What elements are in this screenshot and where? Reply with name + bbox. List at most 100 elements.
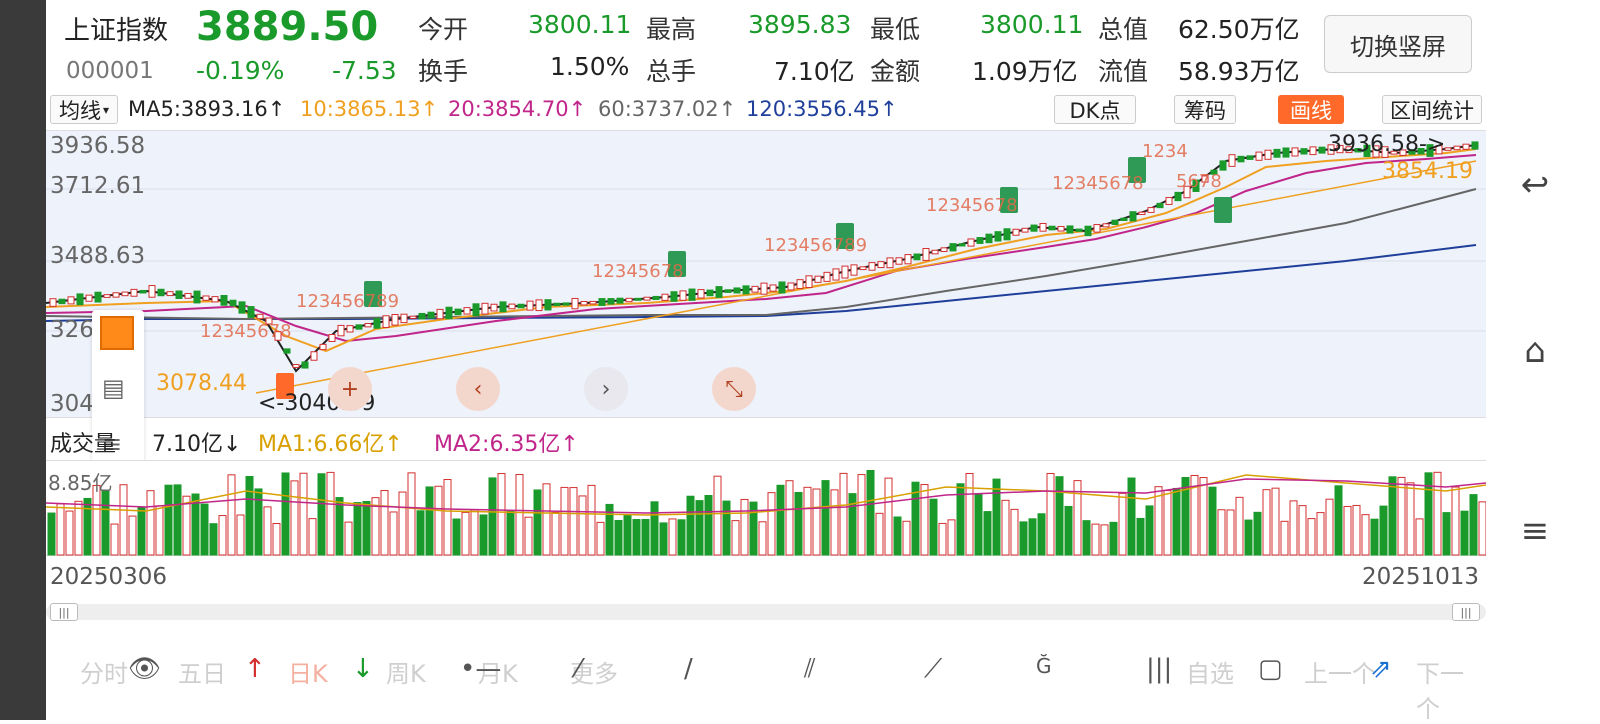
candle: [1021, 227, 1029, 233]
candle: [913, 253, 921, 261]
volume-bar: [947, 519, 956, 556]
volume-bar: [1163, 490, 1172, 556]
draw-line-button[interactable]: 画线: [1278, 95, 1344, 124]
chevron-left-icon[interactable]: ‹: [456, 367, 500, 411]
volume-bar: [1343, 505, 1352, 556]
volume-bar: [65, 510, 74, 556]
arrow-up-icon[interactable]: ↑: [244, 654, 266, 684]
candle: [940, 247, 948, 253]
line-style-icon[interactable]: ▤: [102, 374, 125, 402]
ma-selector[interactable]: 均线 ▾: [50, 95, 118, 124]
volume-bar: [74, 500, 83, 556]
candle: [220, 295, 228, 306]
tab-fenshi[interactable]: 分时: [80, 654, 128, 689]
chips-button[interactable]: 筹码: [1174, 95, 1236, 124]
collapse-icon[interactable]: ⤡: [712, 367, 756, 411]
time-range-scrollbar[interactable]: ||| |||: [46, 603, 1486, 621]
candle: [1228, 154, 1236, 167]
candle: [661, 293, 669, 301]
next-stock-button[interactable]: 下一个: [1416, 654, 1486, 724]
high-value: 3895.83: [748, 10, 852, 39]
candle: [292, 364, 300, 368]
parallel-line-icon[interactable]: ⫽: [804, 654, 816, 685]
volume-bar: [1397, 476, 1406, 556]
add-watchlist-button[interactable]: 自选: [1186, 654, 1234, 689]
tab-zhouk[interactable]: 周K: [386, 654, 426, 689]
volume-bar: [641, 518, 650, 556]
volume-bar: [1478, 501, 1486, 556]
period-lines-icon[interactable]: |||: [1146, 654, 1172, 684]
rectangle-icon[interactable]: ▢: [1258, 654, 1283, 684]
candle: [238, 301, 246, 314]
ray-line-icon[interactable]: ⁄: [576, 654, 580, 684]
turnover-label: 换手: [418, 57, 469, 86]
share-icon[interactable]: ⇗: [1370, 654, 1392, 684]
td-sequence-8: 5678: [1176, 171, 1222, 192]
volume-bar: [794, 491, 803, 556]
candle: [202, 295, 210, 301]
chevron-right-icon[interactable]: ›: [584, 367, 628, 411]
td-sequence-1: 12345678: [200, 321, 292, 342]
tab-wuri[interactable]: 五日: [178, 654, 226, 689]
add-icon[interactable]: +: [328, 367, 372, 411]
total-value-value: 62.50万亿: [1178, 15, 1300, 44]
volume-bar: [434, 485, 443, 556]
volume-bar: [137, 506, 146, 556]
candle: [1318, 146, 1326, 154]
candle: [1093, 224, 1101, 233]
prev-stock-button[interactable]: 上一个: [1304, 654, 1376, 689]
volume-bar: [1055, 476, 1064, 556]
low-value: 3800.11: [980, 10, 1084, 39]
arrow-down-icon[interactable]: ↓: [352, 654, 374, 684]
tab-rik[interactable]: 日K: [288, 654, 328, 689]
volume-bar: [317, 473, 326, 556]
horizontal-line-icon[interactable]: •—: [460, 654, 501, 684]
range-stats-button[interactable]: 区间统计: [1382, 95, 1482, 124]
volume-bar: [416, 510, 425, 556]
candle: [1003, 228, 1011, 241]
candle: [1174, 191, 1182, 202]
ma-legend-bar: 均线 ▾ MA5:3893.16↑ 10:3865.13↑ 20:3854.70↑…: [46, 94, 1486, 126]
segment-line-icon[interactable]: ∕: [684, 654, 693, 684]
candle: [958, 243, 966, 247]
color-swatch[interactable]: [100, 316, 134, 350]
volume-bar: [1136, 517, 1145, 556]
kline-svg: [46, 141, 1486, 399]
golden-ratio-icon[interactable]: Ğ: [1036, 654, 1052, 678]
kline-chart[interactable]: 3936.58 3712.61 3488.63 3264.65 3040.69 …: [46, 130, 1486, 418]
candle: [1282, 147, 1290, 158]
volume-bar: [821, 480, 830, 556]
candle: [1102, 223, 1110, 228]
candle: [49, 298, 57, 307]
volume-bar: [263, 506, 272, 556]
volume-bar: [830, 489, 839, 556]
volume-bar: [1379, 505, 1388, 556]
volume-bar: [1028, 518, 1037, 556]
candle: [472, 303, 480, 317]
amount-value: 1.09万亿: [972, 57, 1078, 86]
switch-portrait-button[interactable]: 切换竖屏: [1324, 15, 1472, 73]
quote-header: 上证指数 000001 3889.50 -0.19% -7.53 今开 3800…: [46, 0, 1486, 92]
candle: [535, 299, 543, 312]
volume-value: 7.10亿↓: [152, 432, 242, 457]
volume-bar: [713, 475, 722, 556]
dk-point-button[interactable]: DK点: [1054, 95, 1136, 124]
candle: [355, 324, 363, 330]
extend-line-icon[interactable]: ⟋: [924, 654, 942, 685]
scroll-handle-left[interactable]: |||: [50, 603, 78, 621]
volume-bar: [1172, 487, 1181, 556]
home-icon[interactable]: ⌂: [1510, 326, 1560, 376]
volume-selector[interactable]: 成交量: [50, 426, 116, 458]
volume-chart[interactable]: 8.85亿: [46, 460, 1486, 556]
volume-bar: [83, 497, 92, 556]
back-icon[interactable]: ↩: [1510, 160, 1560, 210]
candle: [499, 301, 507, 313]
end-date: 20251013: [1362, 564, 1480, 590]
volume-bar: [1217, 509, 1226, 556]
volume-bar: [569, 487, 578, 556]
scroll-handle-right[interactable]: |||: [1452, 603, 1480, 621]
menu-icon[interactable]: ≡: [1510, 506, 1560, 556]
change-percent: -0.19%: [196, 56, 285, 85]
candle: [760, 282, 768, 295]
eye-icon[interactable]: 👁: [128, 654, 161, 684]
